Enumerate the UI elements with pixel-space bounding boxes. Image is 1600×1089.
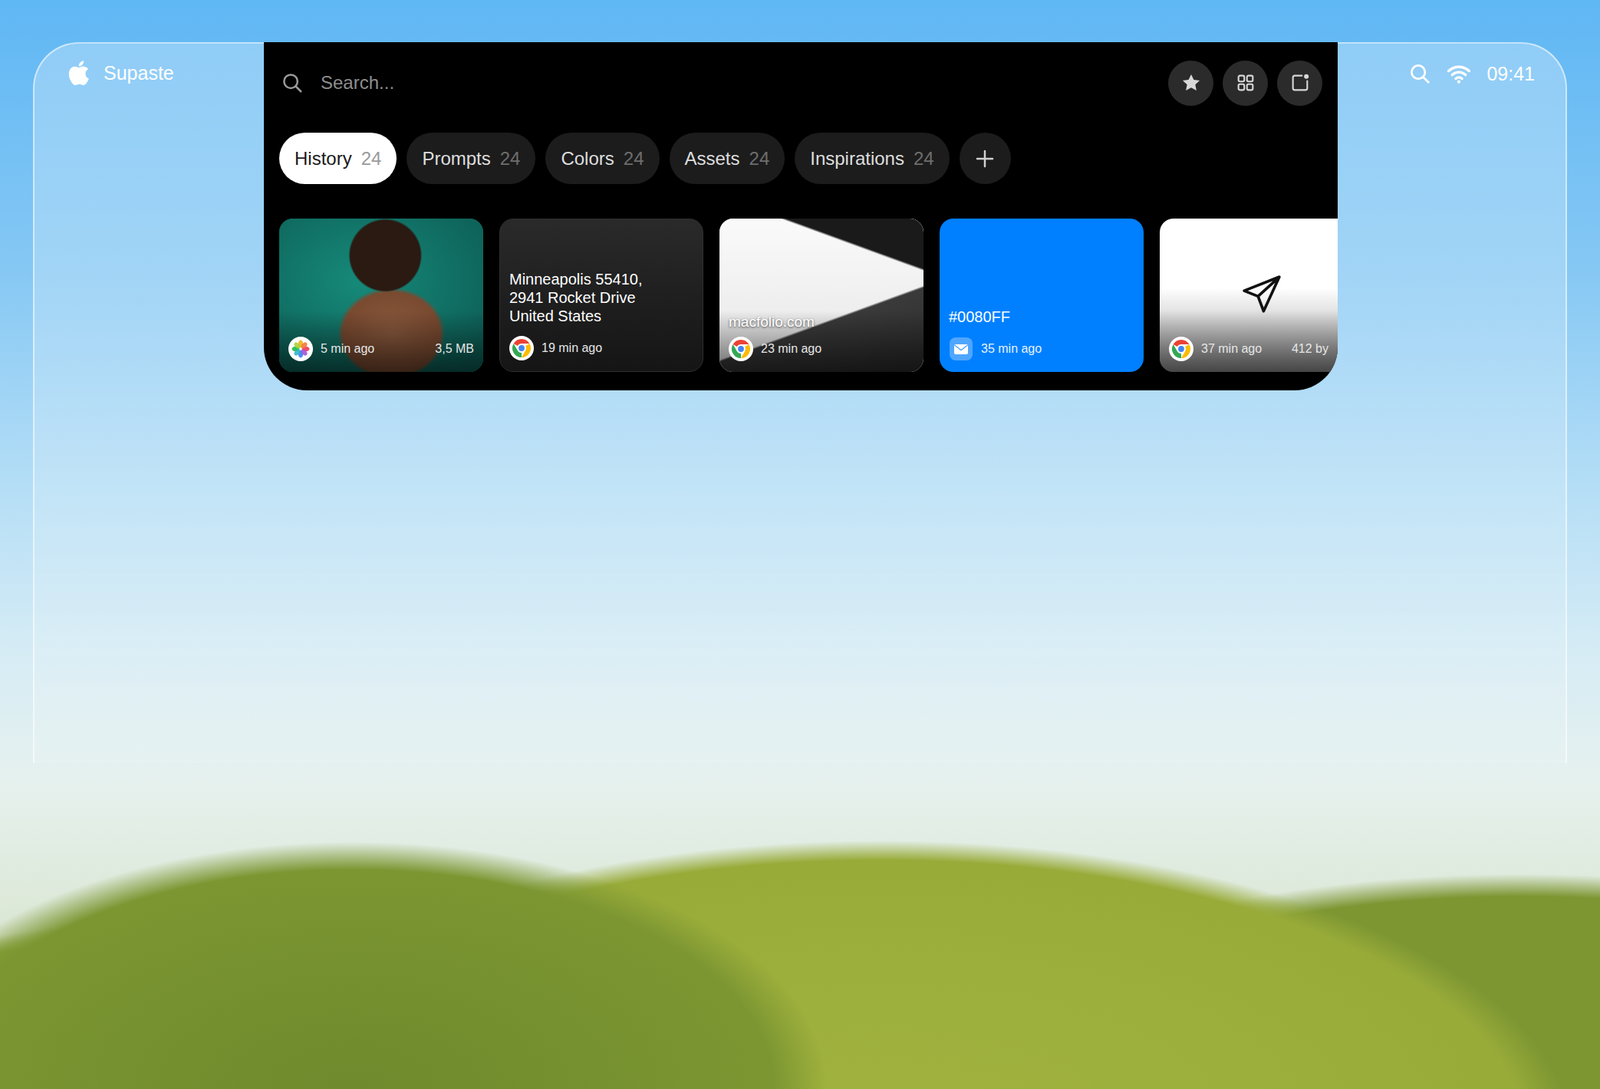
clip-card[interactable]: Minneapolis 55410,2941 Rocket DriveUnite… bbox=[499, 218, 704, 373]
clip-card[interactable]: 37 min ago 412 by bbox=[1159, 218, 1338, 373]
category-tab[interactable]: Prompts 24 bbox=[406, 132, 536, 185]
color-value: #0080FF bbox=[948, 308, 1135, 326]
wifi-icon[interactable] bbox=[1446, 63, 1472, 85]
toolbar bbox=[1168, 60, 1323, 106]
tab-label: Assets bbox=[684, 148, 741, 170]
desktop: Supaste History 24Prompts 24Colors 24Ass… bbox=[0, 0, 1600, 1089]
clip-meta: 37 min ago 412 by bbox=[1168, 336, 1329, 362]
category-tab[interactable]: Colors 24 bbox=[545, 132, 659, 185]
brand: Supaste bbox=[34, 42, 264, 87]
app-frame: Supaste History 24Prompts 24Colors 24Ass… bbox=[32, 42, 1568, 764]
clipboard-panel: History 24Prompts 24Colors 24Assets 24In… bbox=[263, 42, 1338, 391]
clip-meta: 35 min ago bbox=[948, 336, 1135, 362]
clip-card[interactable]: macfolio.com 23 min ago bbox=[719, 218, 924, 373]
tab-count: 24 bbox=[361, 148, 382, 170]
chrome-app-icon bbox=[509, 335, 534, 361]
text-line: 2941 Rocket Drive bbox=[509, 288, 694, 307]
app-name: Supaste bbox=[103, 62, 175, 85]
search-icon bbox=[280, 71, 304, 95]
top-bar: Supaste History 24Prompts 24Colors 24Ass… bbox=[34, 42, 1566, 391]
clip-time: 37 min ago bbox=[1201, 342, 1262, 356]
clip-card[interactable]: 5 min ago 3,5 MB bbox=[279, 218, 484, 373]
clip-meta: 23 min ago bbox=[728, 336, 915, 362]
tab-count: 24 bbox=[749, 148, 771, 170]
paper-plane-icon bbox=[1239, 272, 1284, 317]
category-tabs: History 24Prompts 24Colors 24Assets 24In… bbox=[279, 132, 1338, 185]
apple-logo-icon[interactable] bbox=[66, 59, 90, 87]
add-category-button[interactable] bbox=[959, 132, 1011, 185]
chrome-app-icon bbox=[1168, 336, 1194, 362]
new-window-icon bbox=[1289, 72, 1311, 94]
new-window-button[interactable] bbox=[1277, 60, 1323, 106]
tab-label: Colors bbox=[560, 148, 614, 170]
grid-view-button[interactable] bbox=[1222, 60, 1268, 106]
clip-size: 412 by bbox=[1291, 342, 1329, 356]
tab-count: 24 bbox=[500, 148, 521, 170]
clip-time: 5 min ago bbox=[320, 342, 375, 356]
clip-time: 35 min ago bbox=[981, 342, 1042, 356]
clip-time: 23 min ago bbox=[760, 342, 822, 356]
clock: 09:41 bbox=[1486, 62, 1535, 86]
tab-count: 24 bbox=[913, 148, 935, 170]
tab-label: History bbox=[294, 148, 353, 170]
clip-card[interactable]: #0080FF 35 min ago bbox=[939, 218, 1144, 373]
text-line: Minneapolis 55410, bbox=[509, 269, 694, 289]
chrome-app-icon bbox=[728, 336, 754, 362]
category-tab[interactable]: Inspirations 24 bbox=[794, 132, 949, 185]
clip-meta: 5 min ago 3,5 MB bbox=[288, 336, 475, 362]
category-tab[interactable]: History 24 bbox=[279, 132, 397, 185]
mail-app-icon bbox=[948, 336, 974, 362]
plus-icon bbox=[973, 147, 997, 171]
clip-text: Minneapolis 55410,2941 Rocket DriveUnite… bbox=[509, 269, 694, 326]
text-line: United States bbox=[509, 306, 694, 326]
grid-icon bbox=[1234, 72, 1257, 94]
clip-size: 3,5 MB bbox=[434, 342, 475, 356]
search-input[interactable] bbox=[319, 71, 1169, 95]
star-icon bbox=[1180, 72, 1202, 94]
clip-time: 19 min ago bbox=[541, 341, 603, 356]
tab-label: Prompts bbox=[421, 148, 491, 170]
tab-label: Inspirations bbox=[809, 148, 905, 170]
favorites-button[interactable] bbox=[1168, 60, 1214, 106]
link-url: macfolio.com bbox=[728, 313, 915, 331]
category-tab[interactable]: Assets 24 bbox=[669, 132, 786, 185]
clip-meta: 19 min ago bbox=[509, 335, 694, 361]
clip-list: 5 min ago 3,5 MB Minneapolis 55410,2941 R… bbox=[279, 218, 1338, 373]
spotlight-search-icon[interactable] bbox=[1408, 62, 1432, 86]
status-bar: 09:41 bbox=[1337, 42, 1566, 86]
photos-app-icon bbox=[288, 336, 313, 362]
tab-count: 24 bbox=[623, 148, 645, 170]
search-row bbox=[279, 59, 1338, 106]
